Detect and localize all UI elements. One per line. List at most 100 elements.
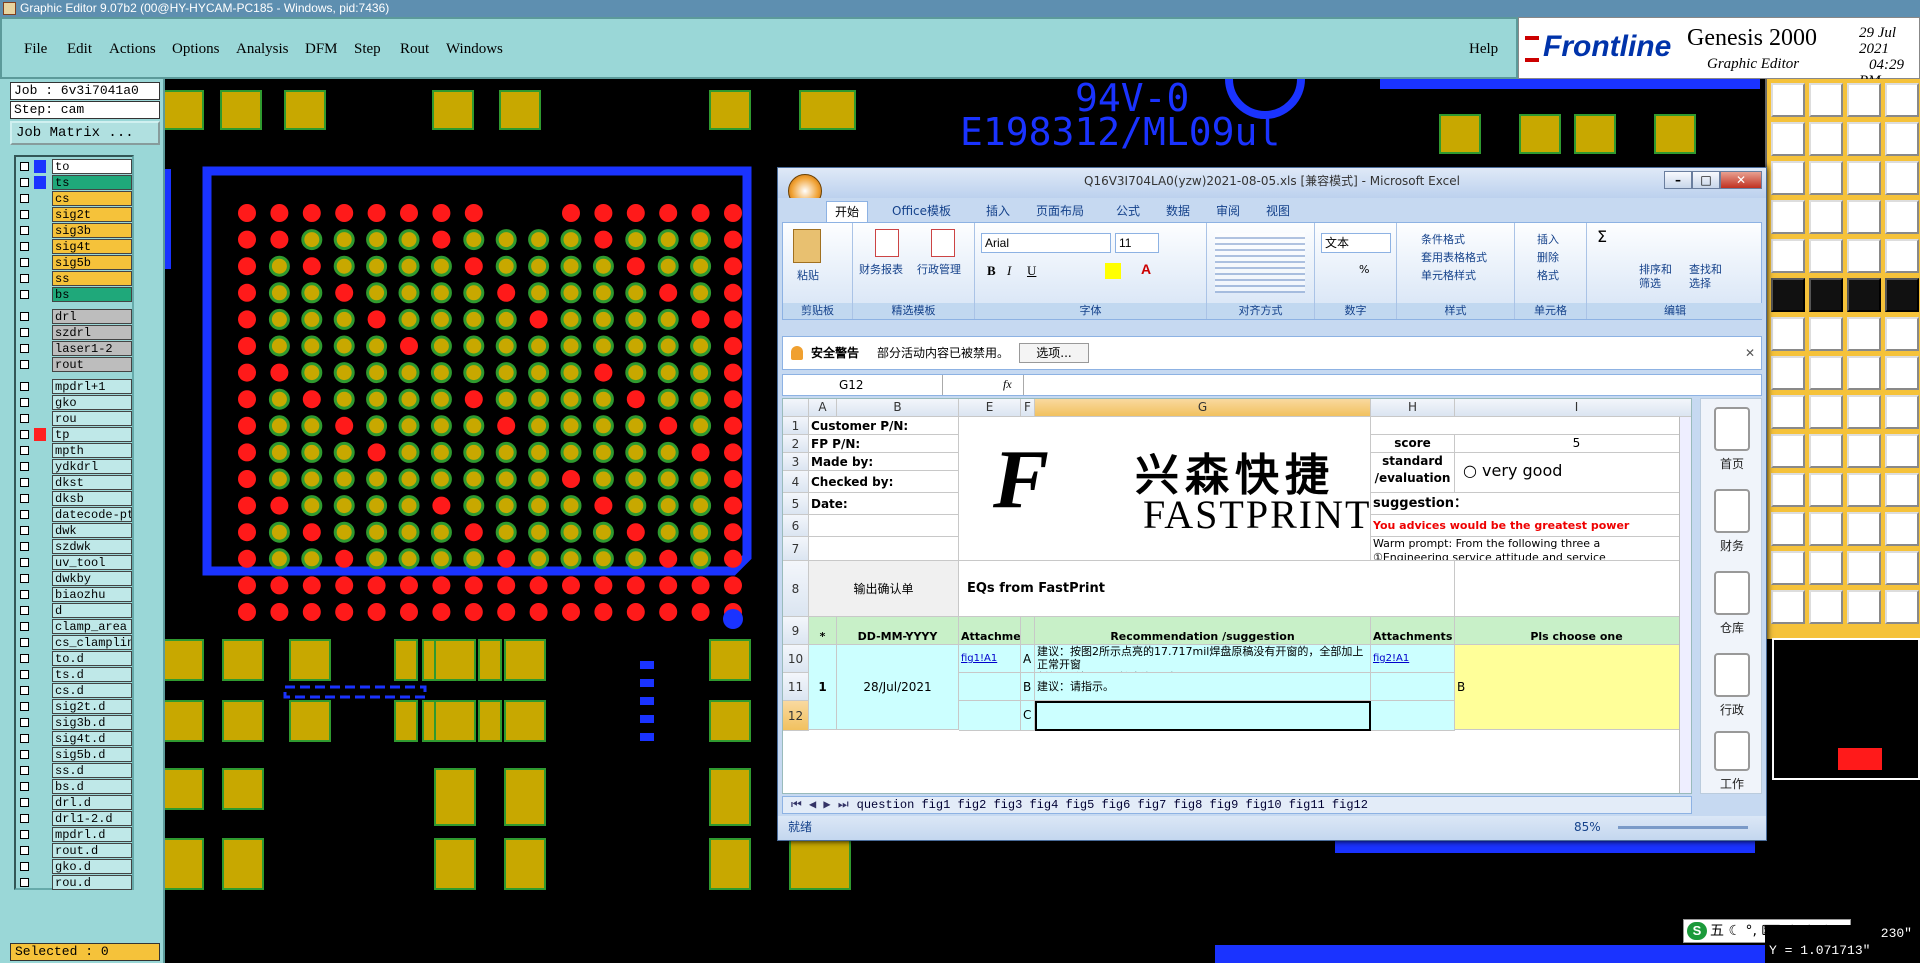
sidebar-finance[interactable]: 财务 [1707, 489, 1757, 554]
tool-button[interactable] [1809, 317, 1843, 351]
tool-button[interactable] [1847, 161, 1881, 195]
tool-button[interactable] [1771, 239, 1805, 273]
layer-checkbox[interactable] [20, 654, 29, 663]
layer-checkbox[interactable] [20, 274, 29, 283]
cell[interactable] [959, 701, 1021, 731]
layer-row[interactable]: ss.d [18, 763, 132, 778]
tool-button[interactable] [1885, 473, 1919, 507]
menu-analysis[interactable]: Analysis [236, 41, 289, 58]
tool-button[interactable] [1885, 200, 1919, 234]
layer-name[interactable]: dkst [52, 475, 132, 490]
layer-row[interactable]: rout [18, 357, 132, 372]
layer-checkbox[interactable] [20, 750, 29, 759]
layer-name[interactable]: ts.d [52, 667, 132, 682]
tool-button[interactable] [1847, 473, 1881, 507]
layer-name[interactable]: sig5b [52, 255, 132, 270]
layer-name[interactable]: mpdrl+1 [52, 379, 132, 394]
layer-row[interactable]: sig4t [18, 239, 132, 254]
overview-map[interactable] [1772, 638, 1920, 780]
tool-button[interactable] [1847, 200, 1881, 234]
percent-button[interactable]: % [1359, 263, 1369, 276]
tab-office-templates[interactable]: Office模板 [884, 201, 959, 222]
layer-row[interactable]: drl1-2.d [18, 811, 132, 826]
sheet-nav-arrows[interactable]: ⏮ ◀ ▶ ⏭ [783, 798, 857, 812]
layer-row[interactable]: bs [18, 287, 132, 302]
sidebar-home[interactable]: 首页 [1707, 407, 1757, 472]
tab-home[interactable]: 开始 [826, 201, 869, 222]
tool-button[interactable] [1771, 278, 1805, 312]
layer-checkbox[interactable] [20, 542, 29, 551]
name-box[interactable]: G12 [783, 375, 943, 395]
layer-row[interactable]: mpth [18, 443, 132, 458]
layer-checkbox[interactable] [20, 670, 29, 679]
score-label[interactable]: score [1371, 435, 1455, 453]
layer-row[interactable]: drl.d [18, 795, 132, 810]
tool-button[interactable] [1847, 590, 1881, 624]
tool-button[interactable] [1885, 122, 1919, 156]
layer-row[interactable]: sig5b [18, 255, 132, 270]
layer-checkbox[interactable] [20, 290, 29, 299]
layer-checkbox[interactable] [20, 718, 29, 727]
layer-checkbox[interactable] [20, 830, 29, 839]
delete-cells-button[interactable]: 删除 [1537, 249, 1559, 265]
table-header[interactable]: * [809, 617, 837, 645]
layer-row[interactable]: uv_tool [18, 555, 132, 570]
tool-button[interactable] [1809, 395, 1843, 429]
tool-button[interactable] [1809, 122, 1843, 156]
maximize-button[interactable]: □ [1692, 171, 1720, 189]
tool-button[interactable] [1847, 551, 1881, 585]
tool-button[interactable] [1809, 278, 1843, 312]
layer-row[interactable]: sig2t [18, 207, 132, 222]
tool-button[interactable] [1885, 434, 1919, 468]
fill-color-icon[interactable] [1105, 263, 1121, 279]
layer-name[interactable]: biaozhu [52, 587, 132, 602]
select-all-corner[interactable] [783, 399, 809, 417]
number-format-select[interactable]: 文本 [1321, 233, 1391, 253]
layer-row[interactable]: tp [18, 427, 132, 442]
tool-button[interactable] [1885, 317, 1919, 351]
layer-name[interactable]: gko.d [52, 859, 132, 874]
cell[interactable] [1371, 701, 1455, 731]
layer-checkbox[interactable] [20, 414, 29, 423]
very-good-option[interactable]: ○ very good [1455, 453, 1691, 493]
layer-name[interactable]: clamp_area [52, 619, 132, 634]
layer-name[interactable]: to.d [52, 651, 132, 666]
bold-button[interactable]: B [987, 263, 996, 279]
layer-checkbox[interactable] [20, 622, 29, 631]
layer-row[interactable]: rou [18, 411, 132, 426]
layer-checkbox[interactable] [20, 702, 29, 711]
warm-prompt-cell[interactable]: Warm prompt: From the following three a①… [1371, 537, 1691, 561]
tool-button[interactable] [1885, 161, 1919, 195]
layer-name[interactable]: sig5b.d [52, 747, 132, 762]
sidebar-admin[interactable]: 行政 [1707, 653, 1757, 718]
layer-row[interactable]: ydkdrl [18, 459, 132, 474]
tool-button[interactable] [1847, 512, 1881, 546]
tool-button[interactable] [1771, 356, 1805, 390]
paste-label[interactable]: 粘贴 [797, 267, 819, 283]
tool-button[interactable] [1885, 356, 1919, 390]
layer-checkbox[interactable] [20, 814, 29, 823]
layer-name[interactable]: rout.d [52, 843, 132, 858]
tool-button[interactable] [1771, 317, 1805, 351]
column-header[interactable]: B [837, 399, 959, 417]
layer-row[interactable]: szdrl [18, 325, 132, 340]
tool-button[interactable] [1809, 239, 1843, 273]
layer-checkbox[interactable] [20, 446, 29, 455]
tool-button[interactable] [1771, 395, 1805, 429]
sort-filter-button[interactable]: 排序和 筛选 [1639, 263, 1672, 291]
tool-button[interactable] [1847, 122, 1881, 156]
layer-row[interactable]: ts [18, 175, 132, 190]
fig2-link[interactable]: fig2!A1 [1371, 645, 1455, 673]
tool-button[interactable] [1809, 590, 1843, 624]
layer-row[interactable]: cs [18, 191, 132, 206]
column-header[interactable]: H [1371, 399, 1455, 417]
header-label[interactable]: Date: [809, 493, 959, 515]
tool-button[interactable] [1847, 356, 1881, 390]
layer-name[interactable]: to [52, 159, 132, 174]
layer-name[interactable]: sig2t.d [52, 699, 132, 714]
layer-row[interactable]: sig3b.d [18, 715, 132, 730]
row-header[interactable]: 9 [783, 617, 809, 645]
tool-button[interactable] [1847, 239, 1881, 273]
layer-checkbox[interactable] [20, 328, 29, 337]
menu-rout[interactable]: Rout [400, 41, 429, 58]
